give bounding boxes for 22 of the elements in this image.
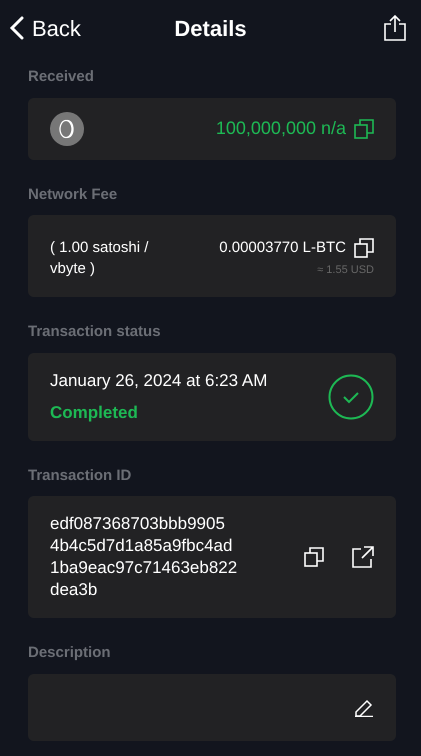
transaction-id: edf087368703bbb9905 4b4c5d7d1a85a9fbc4ad 1ba9eac97c71463eb822 dea3b	[50, 513, 238, 601]
transaction-date: January 26, 2024 at 6:23 AM	[50, 370, 268, 392]
share-button[interactable]	[383, 14, 407, 42]
fee-fiat: ≈ 1.55 USD	[317, 262, 374, 278]
section-label: Received	[28, 67, 95, 87]
section-label: Transaction ID	[28, 466, 132, 486]
section-label: Network Fee	[28, 184, 118, 204]
page-title: Details	[174, 16, 247, 40]
copy-icon[interactable]	[354, 118, 374, 138]
section-label: Transaction status	[28, 322, 162, 342]
fee-amount: 0.00003770 L-BTC	[219, 238, 346, 258]
copy-icon[interactable]	[354, 238, 374, 258]
section-label: Description	[28, 643, 112, 663]
external-link-icon[interactable]	[352, 546, 374, 568]
copy-icon[interactable]	[304, 547, 324, 567]
edit-icon[interactable]	[354, 697, 374, 717]
fee-rate: ( 1.00 satoshi / vbyte )	[50, 238, 150, 279]
coin-icon	[50, 112, 84, 146]
received-amount: 100,000,000 n/a	[216, 117, 346, 140]
chevron-left-icon	[10, 16, 24, 40]
status-text: Completed	[50, 402, 139, 424]
back-button[interactable]: Back	[10, 12, 81, 44]
